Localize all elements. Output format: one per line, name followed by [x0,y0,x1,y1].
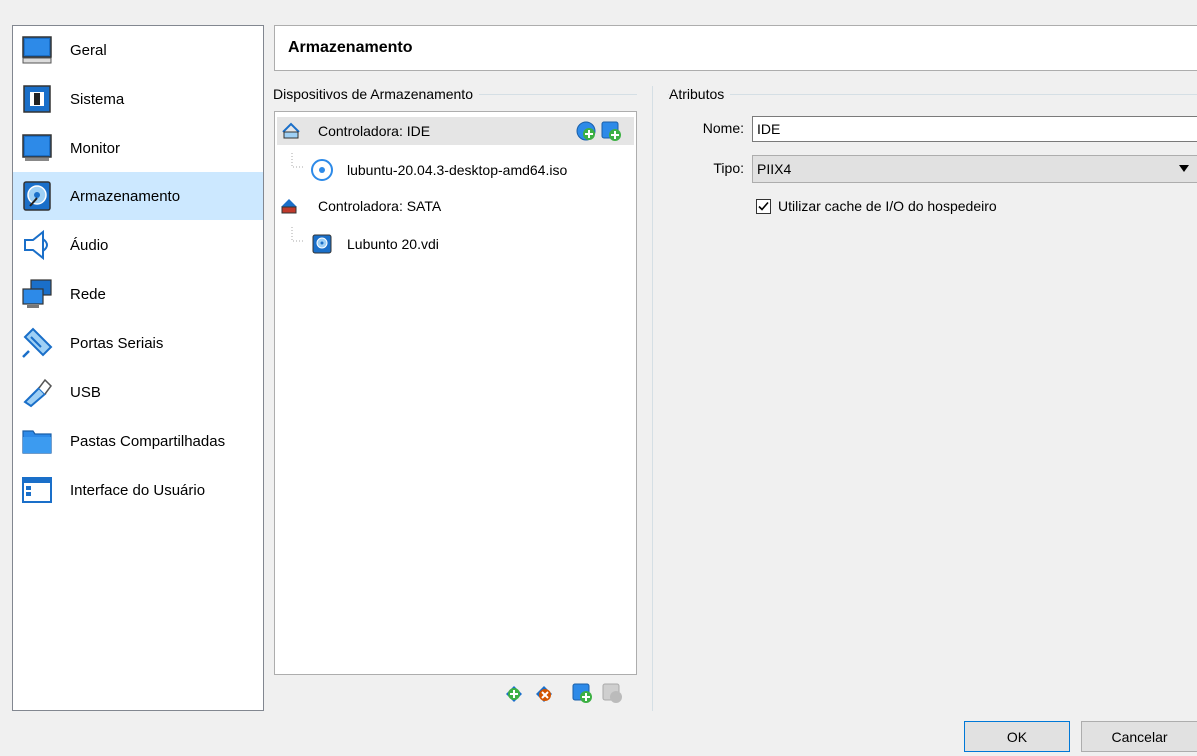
ok-button[interactable]: OK [964,721,1070,752]
add-controller-icon[interactable] [503,682,525,704]
sidebar-item-label: Portas Seriais [70,334,164,352]
type-select-value: PIIX4 [757,161,792,177]
name-input[interactable] [752,116,1197,142]
monitor-general-icon [22,36,52,64]
settings-sidebar: Geral Sistema Monitor Armazenamento Áudi… [12,25,264,711]
display-icon [22,134,52,161]
speaker-icon [24,229,48,261]
optical-disc-icon [311,159,333,181]
sidebar-item-armazenamento[interactable]: Armazenamento [13,172,263,220]
tree-connector [291,153,305,168]
cancel-button[interactable]: Cancelar [1081,721,1197,752]
sidebar-item-sistema[interactable]: Sistema [13,75,263,123]
host-io-cache-label: Utilizar cache de I/O do hospedeiro [778,198,997,214]
type-label: Tipo: [713,160,744,176]
page-header: Armazenamento [274,25,1197,71]
hard-disk-icon [312,234,332,254]
sidebar-item-portas-seriais[interactable]: Portas Seriais [13,319,263,367]
tree-item-iso[interactable]: lubuntu-20.04.3-desktop-amd64.iso [275,153,635,184]
tree-controller-sata[interactable]: Controladora: SATA [275,192,635,220]
sidebar-item-label: Rede [70,285,106,303]
storage-group-label: Dispositivos de Armazenamento [273,86,479,102]
group-divider [668,94,1197,95]
remove-attachment-icon [602,683,622,703]
remove-controller-icon[interactable] [533,682,555,704]
chip-icon [23,85,51,113]
attributes-group-label: Atributos [669,86,731,102]
sidebar-item-label: Geral [70,41,107,59]
sidebar-item-label: Sistema [70,90,125,108]
sata-controller-icon [281,199,297,214]
disk-storage-icon [23,181,51,211]
host-io-cache-checkbox[interactable] [756,199,771,214]
sidebar-item-label: Armazenamento [70,187,181,205]
page-title: Armazenamento [288,39,413,56]
tree-item-label: Controladora: SATA [318,198,442,214]
sidebar-item-label: Pastas Compartilhadas [70,432,226,450]
chevron-down-icon [1179,165,1189,172]
tree-item-vdi[interactable]: Lubunto 20.vdi [275,227,635,258]
folder-icon [22,430,52,454]
checkmark-icon [758,201,769,211]
ide-controller-icon [282,122,300,139]
tree-item-label: Controladora: IDE [318,123,431,139]
sidebar-item-label: Monitor [70,139,121,157]
network-icon [22,279,52,308]
tree-controller-ide[interactable]: Controladora: IDE [277,117,634,145]
type-select[interactable]: PIIX4 [752,155,1197,183]
tree-connector [291,227,305,242]
window-icon [22,477,52,503]
usb-icon [23,378,52,408]
storage-tree[interactable]: Controladora: IDE lubuntu-20.04.3-deskto… [274,111,637,675]
tree-item-label: lubuntu-20.04.3-desktop-amd64.iso [347,162,568,178]
tree-item-label: Lubunto 20.vdi [347,236,439,252]
sidebar-item-label: Áudio [70,236,109,254]
sidebar-item-label: USB [70,383,101,401]
name-label: Nome: [702,120,744,136]
sidebar-item-geral[interactable]: Geral [13,26,263,74]
add-optical-drive-icon[interactable] [575,120,597,142]
add-hard-disk-icon[interactable] [600,120,622,142]
add-attachment-icon[interactable] [571,682,593,704]
sidebar-item-label: Interface do Usuário [70,481,206,499]
sidebar-item-usb[interactable]: USB [13,368,263,416]
sidebar-item-interface-usuario[interactable]: Interface do Usuário [13,466,263,514]
serial-port-icon [22,327,53,358]
sidebar-item-audio[interactable]: Áudio [13,221,263,269]
sidebar-item-pastas-compartilhadas[interactable]: Pastas Compartilhadas [13,417,263,465]
sidebar-item-rede[interactable]: Rede [13,270,263,318]
sidebar-item-monitor[interactable]: Monitor [13,124,263,172]
panel-divider [652,86,653,711]
